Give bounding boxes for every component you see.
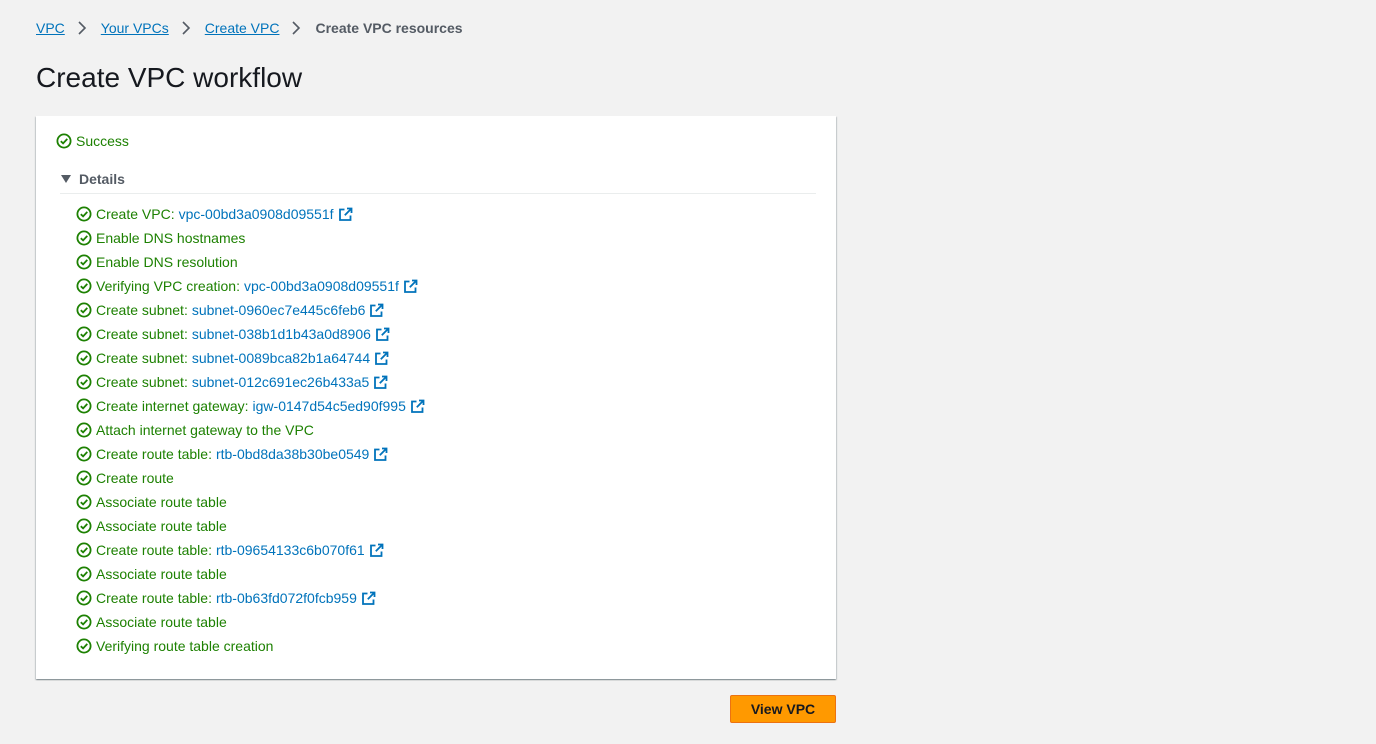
step-item: Create route <box>76 466 425 490</box>
breadcrumb-current: Create VPC resources <box>315 20 463 36</box>
check-circle-icon <box>76 614 92 630</box>
step-item: Create subnet: subnet-0960ec7e445c6feb6 <box>76 298 425 322</box>
step-item: Create subnet: subnet-012c691ec26b433a5 <box>76 370 425 394</box>
check-circle-icon <box>76 590 92 606</box>
check-circle-icon <box>56 133 72 149</box>
step-text: Associate route table <box>96 494 227 510</box>
caret-down-icon <box>61 175 71 183</box>
check-circle-icon <box>76 494 92 510</box>
resource-link[interactable]: rtb-0b63fd072f0fcb959 <box>216 590 357 606</box>
chevron-right-icon <box>182 21 190 35</box>
check-circle-icon <box>76 518 92 534</box>
external-link-icon[interactable] <box>373 375 388 390</box>
step-item: Create route table: rtb-0b63fd072f0fcb959 <box>76 586 425 610</box>
resource-link[interactable]: rtb-0bd8da38b30be0549 <box>216 446 369 462</box>
step-text: Associate route table <box>96 518 227 534</box>
breadcrumb-create-vpc[interactable]: Create VPC <box>205 20 280 36</box>
step-text: Associate route table <box>96 614 227 630</box>
step-text: Create subnet: <box>96 302 188 318</box>
details-label: Details <box>79 171 125 187</box>
external-link-icon[interactable] <box>410 399 425 414</box>
external-link-icon[interactable] <box>374 351 389 366</box>
check-circle-icon <box>76 230 92 246</box>
step-text: Attach internet gateway to the VPC <box>96 422 314 438</box>
check-circle-icon <box>76 302 92 318</box>
resource-link[interactable]: rtb-09654133c6b070f61 <box>216 542 365 558</box>
external-link-icon[interactable] <box>369 543 384 558</box>
external-link-icon[interactable] <box>361 591 376 606</box>
step-text: Create subnet: <box>96 350 188 366</box>
resource-link[interactable]: vpc-00bd3a0908d09551f <box>179 206 334 222</box>
step-text: Create VPC: <box>96 206 175 222</box>
check-circle-icon <box>76 398 92 414</box>
step-item: Create route table: rtb-09654133c6b070f61 <box>76 538 425 562</box>
external-link-icon[interactable] <box>373 447 388 462</box>
check-circle-icon <box>76 422 92 438</box>
check-circle-icon <box>76 278 92 294</box>
check-circle-icon <box>76 326 92 342</box>
step-text: Create subnet: <box>96 374 188 390</box>
check-circle-icon <box>76 374 92 390</box>
step-text: Create route <box>96 470 174 486</box>
step-item: Verifying route table creation <box>76 634 425 658</box>
view-vpc-button[interactable]: View VPC <box>730 695 836 723</box>
step-text: Create route table: <box>96 446 212 462</box>
resource-link[interactable]: igw-0147d54c5ed90f995 <box>253 398 406 414</box>
step-item: Associate route table <box>76 514 425 538</box>
step-text: Create internet gateway: <box>96 398 249 414</box>
check-circle-icon <box>76 542 92 558</box>
step-text: Create subnet: <box>96 326 188 342</box>
external-link-icon[interactable] <box>375 327 390 342</box>
step-text: Associate route table <box>96 566 227 582</box>
step-item: Enable DNS resolution <box>76 250 425 274</box>
resource-link[interactable]: subnet-012c691ec26b433a5 <box>192 374 370 390</box>
step-text: Enable DNS resolution <box>96 254 238 270</box>
step-item: Create VPC: vpc-00bd3a0908d09551f <box>76 202 425 226</box>
step-item: Verifying VPC creation: vpc-00bd3a0908d09… <box>76 274 425 298</box>
step-text: Verifying VPC creation: <box>96 278 240 294</box>
check-circle-icon <box>76 638 92 654</box>
step-text: Enable DNS hostnames <box>96 230 246 246</box>
step-item: Enable DNS hostnames <box>76 226 425 250</box>
step-item: Associate route table <box>76 610 425 634</box>
details-toggle[interactable]: Details <box>60 171 816 194</box>
breadcrumb: VPC Your VPCs Create VPC Create VPC reso… <box>36 19 463 37</box>
breadcrumb-your-vpcs[interactable]: Your VPCs <box>101 20 169 36</box>
chevron-right-icon <box>292 21 301 35</box>
resource-link[interactable]: subnet-0089bca82b1a64744 <box>192 350 370 366</box>
status-indicator: Success <box>56 133 129 149</box>
step-item: Associate route table <box>76 562 425 586</box>
check-circle-icon <box>76 566 92 582</box>
resource-link[interactable]: vpc-00bd3a0908d09551f <box>244 278 399 294</box>
resource-link[interactable]: subnet-038b1d1b43a0d8906 <box>192 326 371 342</box>
external-link-icon[interactable] <box>338 207 353 222</box>
external-link-icon[interactable] <box>403 279 418 294</box>
step-item: Attach internet gateway to the VPC <box>76 418 425 442</box>
chevron-right-icon <box>78 21 86 35</box>
workflow-panel: Success Details Create VPC: vpc-00bd3a090… <box>36 116 836 679</box>
check-circle-icon <box>76 350 92 366</box>
check-circle-icon <box>76 254 92 270</box>
steps-list: Create VPC: vpc-00bd3a0908d09551f Enable D… <box>76 202 425 658</box>
step-item: Create subnet: subnet-0089bca82b1a64744 <box>76 346 425 370</box>
status-label: Success <box>76 133 129 149</box>
external-link-icon[interactable] <box>369 303 384 318</box>
breadcrumb-vpc[interactable]: VPC <box>36 20 65 36</box>
check-circle-icon <box>76 206 92 222</box>
check-circle-icon <box>76 446 92 462</box>
step-item: Create subnet: subnet-038b1d1b43a0d8906 <box>76 322 425 346</box>
step-text: Create route table: <box>96 590 212 606</box>
page-title: Create VPC workflow <box>36 62 303 93</box>
check-circle-icon <box>76 470 92 486</box>
step-item: Create route table: rtb-0bd8da38b30be0549 <box>76 442 425 466</box>
step-text: Verifying route table creation <box>96 638 274 654</box>
resource-link[interactable]: subnet-0960ec7e445c6feb6 <box>192 302 366 318</box>
step-item: Associate route table <box>76 490 425 514</box>
step-item: Create internet gateway: igw-0147d54c5ed9… <box>76 394 425 418</box>
step-text: Create route table: <box>96 542 212 558</box>
